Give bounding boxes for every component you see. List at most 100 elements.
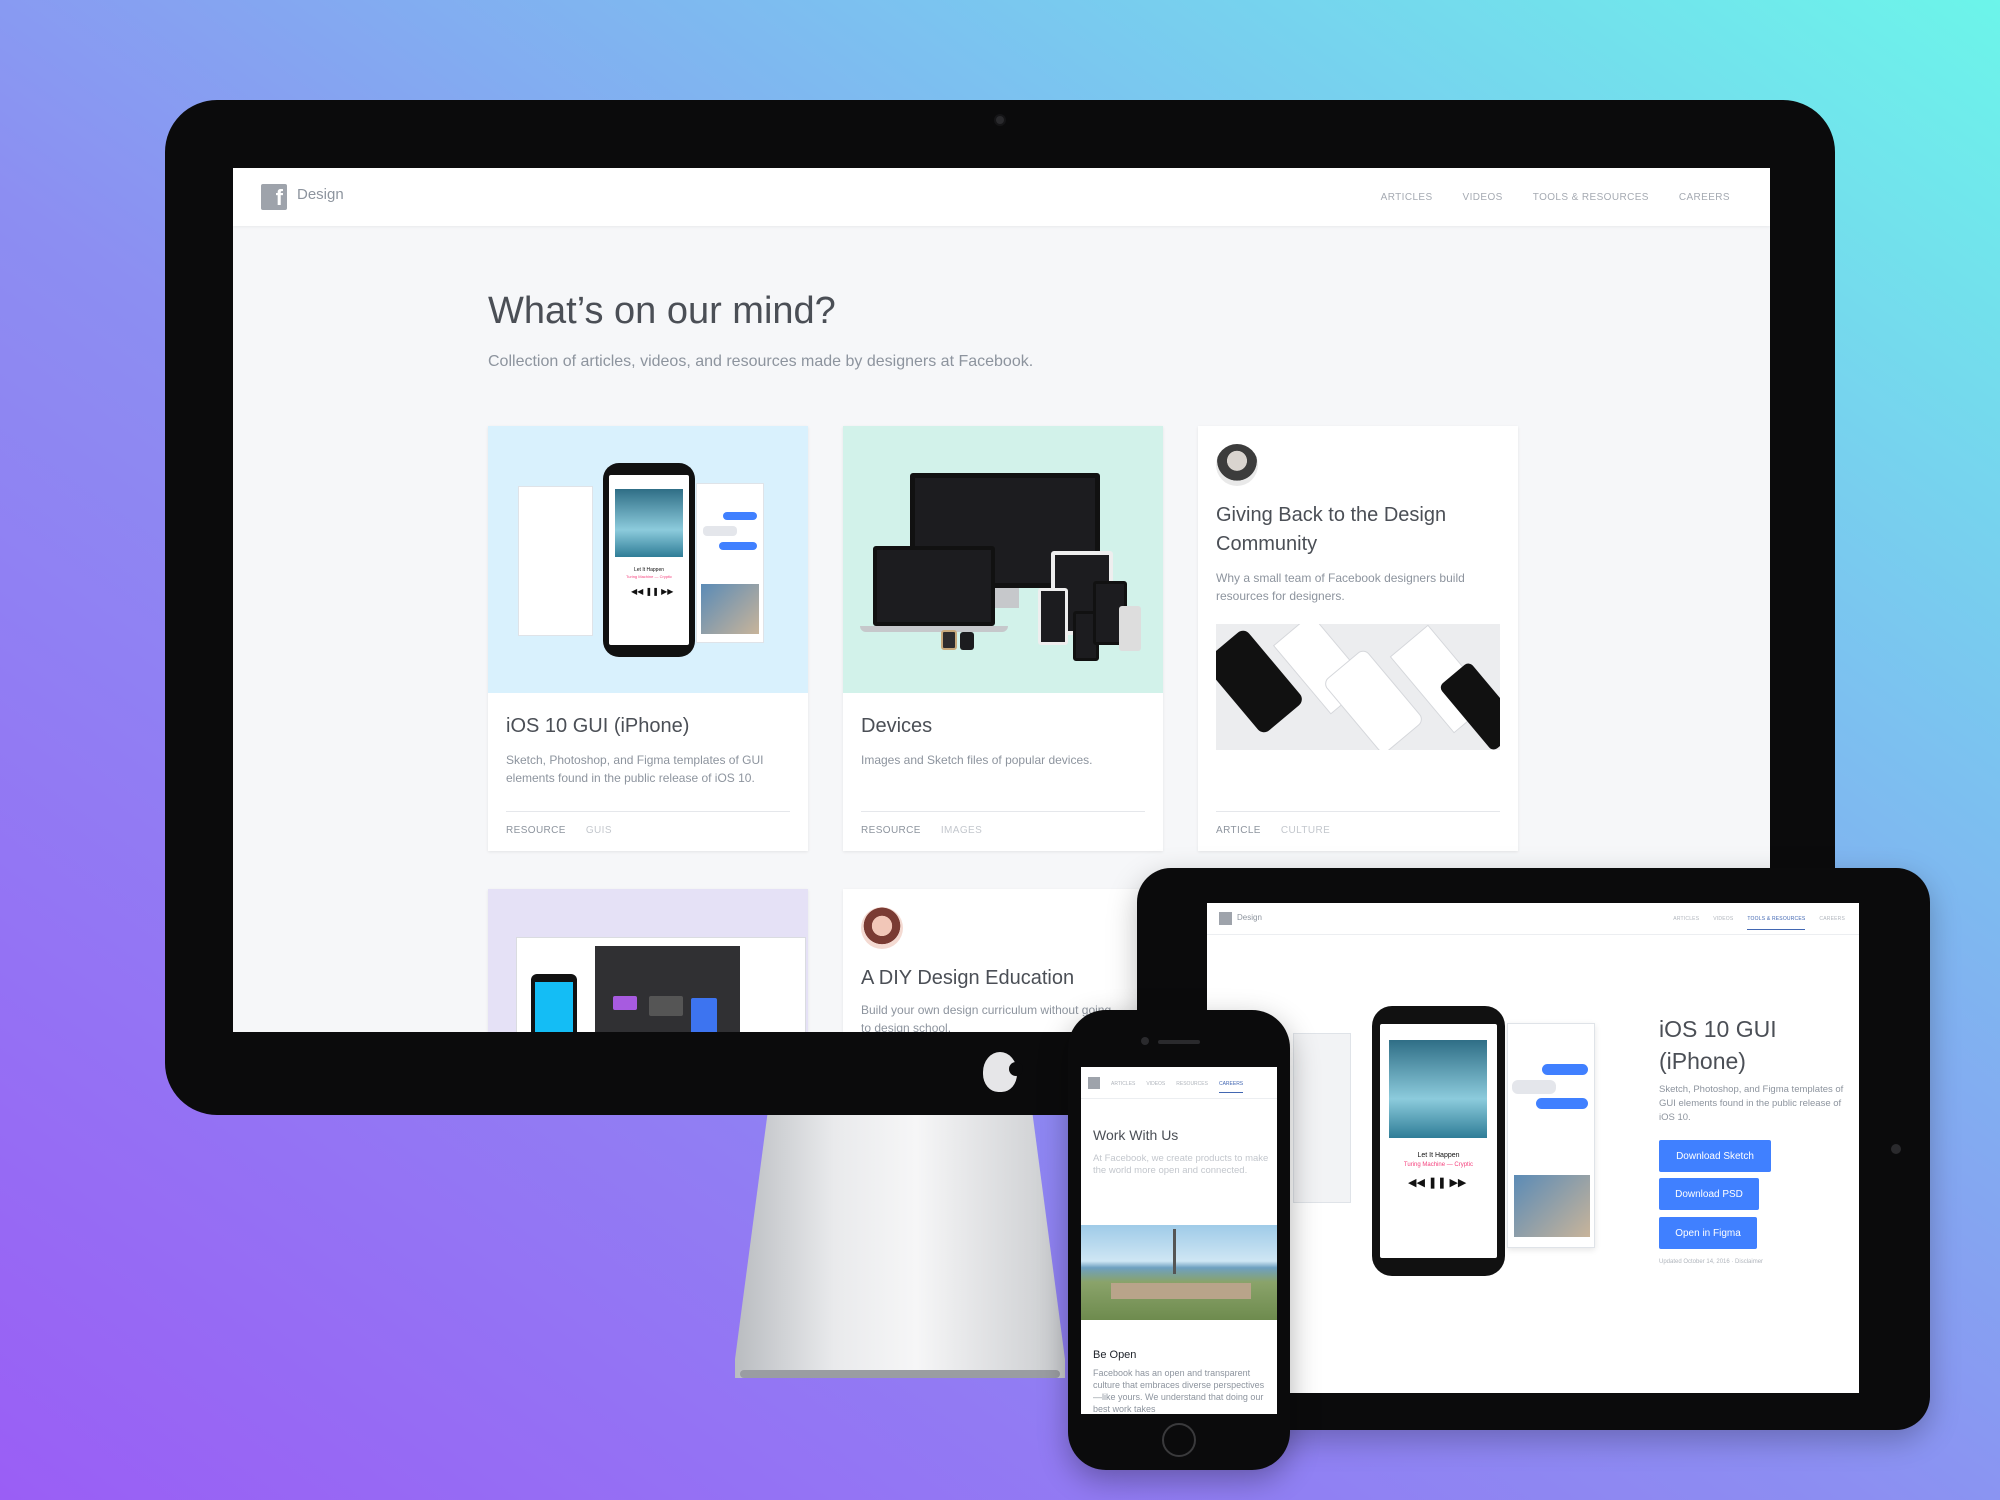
figma-node [649, 996, 683, 1016]
tag-article[interactable]: ARTICLE [1216, 825, 1261, 836]
laptop-base [860, 626, 1008, 632]
watch-device [941, 630, 957, 650]
tablet-navbar: Design ARTICLES VIDEOS TOOLS & RESOURCES… [1207, 903, 1859, 935]
section-title: Work With Us [1093, 1127, 1179, 1143]
tag-culture[interactable]: CULTURE [1281, 825, 1330, 836]
card-description: Sketch, Photoshop, and Figma templates o… [506, 753, 764, 785]
open-in-figma-button[interactable]: Open in Figma [1659, 1217, 1757, 1249]
figma-window [516, 937, 806, 1032]
imac-camera [994, 114, 1006, 126]
nav-careers[interactable]: CAREERS [1819, 916, 1845, 930]
card-divider [1216, 811, 1500, 812]
nav-articles[interactable]: ARTICLES [1673, 916, 1699, 930]
nav-tools-resources[interactable]: TOOLS & RESOURCES [1533, 192, 1649, 203]
nav-articles[interactable]: ARTICLES [1111, 1081, 1135, 1093]
card-giving-back[interactable]: Giving Back to the Design Community Why … [1198, 426, 1518, 851]
tower-shape [1173, 1229, 1176, 1274]
download-psd-button[interactable]: Download PSD [1659, 1178, 1759, 1210]
facebook-logo-icon[interactable] [1088, 1077, 1100, 1089]
card-figma-resource[interactable] [488, 889, 808, 1032]
watch-device [960, 632, 974, 650]
album-art [1389, 1040, 1487, 1138]
tag-resource[interactable]: RESOURCE [506, 825, 566, 836]
figma-node [691, 998, 717, 1032]
card-title[interactable]: iOS 10 GUI (iPhone) [506, 715, 689, 738]
tag-guis[interactable]: GUIS [586, 825, 612, 836]
song-title: Let It Happen [633, 567, 665, 573]
tag-images[interactable]: IMAGES [941, 825, 982, 836]
iphone-camera [1141, 1037, 1149, 1045]
song-artist: Turing Machine — Cryptic [625, 574, 673, 579]
card-title[interactable]: Devices [861, 715, 932, 738]
chat-bubble [1536, 1098, 1588, 1109]
phone-screen: Let It Happen Turing Machine — Cryptic ◀… [609, 475, 689, 645]
facebook-logo-icon[interactable]: f [261, 184, 287, 210]
main-nav: ARTICLES VIDEOS TOOLS & RESOURCES CAREER… [1381, 192, 1730, 203]
author-avatar[interactable] [861, 907, 903, 949]
figma-node [613, 996, 637, 1010]
card-devices[interactable]: Devices Images and Sketch files of popul… [843, 426, 1163, 851]
card-tags: ARTICLE CULTURE [1216, 825, 1330, 836]
card-image: Let It Happen Turing Machine — Cryptic ◀… [488, 426, 808, 693]
top-navbar: f Design ARTICLES VIDEOS TOOLS & RESOURC… [233, 168, 1770, 226]
nav-videos[interactable]: VIDEOS [1146, 1081, 1165, 1093]
tablet-screen: Design ARTICLES VIDEOS TOOLS & RESOURCES… [1207, 903, 1859, 1393]
page-subtitle: Collection of articles, videos, and reso… [488, 353, 1034, 370]
figma-phone-frame [531, 974, 577, 1032]
mobile-screen: ARTICLES VIDEOS RESOURCES CAREERS Work W… [1081, 1067, 1277, 1414]
chat-bubble [723, 512, 757, 520]
figma-canvas [595, 946, 740, 1032]
mobile-navbar: ARTICLES VIDEOS RESOURCES CAREERS [1081, 1067, 1277, 1099]
phone-screen: Let It Happen Turing Machine — Cryptic ◀… [1380, 1024, 1497, 1258]
figma-phone-screen [535, 982, 573, 1032]
nav-careers[interactable]: CAREERS [1679, 192, 1730, 203]
author-avatar[interactable] [1216, 444, 1258, 486]
card-divider [506, 811, 790, 812]
chat-bubble [1512, 1080, 1556, 1094]
campus-photo [1081, 1225, 1277, 1320]
phone-device [1038, 588, 1068, 645]
resource-title: iOS 10 GUI (iPhone) [1659, 1016, 1777, 1074]
song-artist: Turing Machine — Cryptic [1403, 1162, 1474, 1168]
page-title: What’s on our mind? [488, 290, 836, 332]
iphone-speaker [1158, 1040, 1200, 1044]
nav-videos[interactable]: VIDEOS [1463, 192, 1503, 203]
card-title[interactable]: Giving Back to the Design Community [1216, 501, 1496, 559]
ipad-home-button [1891, 1144, 1901, 1154]
download-sketch-button[interactable]: Download Sketch [1659, 1140, 1771, 1172]
card-ios10-gui[interactable]: Let It Happen Turing Machine — Cryptic ◀… [488, 426, 808, 851]
album-art [615, 489, 683, 557]
imac-stand-base [740, 1370, 1060, 1378]
card-tags: RESOURCE GUIS [506, 825, 612, 836]
card-image [843, 426, 1163, 693]
brand-name[interactable]: Design [1237, 913, 1262, 922]
nav-resources[interactable]: RESOURCES [1176, 1081, 1208, 1093]
feature-phone-device [1119, 606, 1141, 651]
facebook-logo-icon[interactable] [1219, 912, 1232, 925]
laptop-device [873, 546, 995, 626]
card-tags: RESOURCE IMAGES [861, 825, 982, 836]
card-title[interactable]: A DIY Design Education [861, 967, 1074, 990]
nav-careers[interactable]: CAREERS [1218, 1081, 1244, 1093]
tag-resource[interactable]: RESOURCE [861, 825, 921, 836]
nav-tools-resources[interactable]: TOOLS & RESOURCES [1747, 916, 1806, 930]
updated-note[interactable]: Updated October 14, 2016 · Disclaimer [1659, 1259, 1763, 1265]
subsection-text: Facebook has an open and transparent cul… [1093, 1368, 1265, 1414]
subsection-title: Be Open [1093, 1349, 1137, 1361]
resource-description: Sketch, Photoshop, and Figma templates o… [1659, 1084, 1844, 1123]
chat-photo [1514, 1175, 1590, 1237]
card-description: Why a small team of Facebook designers b… [1216, 571, 1465, 603]
song-title: Let It Happen [1417, 1152, 1460, 1159]
nav-videos[interactable]: VIDEOS [1713, 916, 1733, 930]
chat-mockup [1507, 1023, 1595, 1248]
chat-bubble [1542, 1064, 1588, 1075]
brand-name[interactable]: Design [297, 186, 344, 203]
nav-articles[interactable]: ARTICLES [1381, 192, 1433, 203]
phone-mockup: Let It Happen Turing Machine — Cryptic ◀… [603, 463, 695, 657]
keyboard-mockup [518, 486, 593, 636]
imac-device-stand [993, 588, 1019, 608]
chat-mockup [696, 483, 764, 643]
deck-shape [1111, 1283, 1251, 1299]
player-controls-icon: ◀◀ ❚❚ ▶▶ [631, 587, 674, 596]
phone-mockup: Let It Happen Turing Machine — Cryptic ◀… [1372, 1006, 1505, 1276]
